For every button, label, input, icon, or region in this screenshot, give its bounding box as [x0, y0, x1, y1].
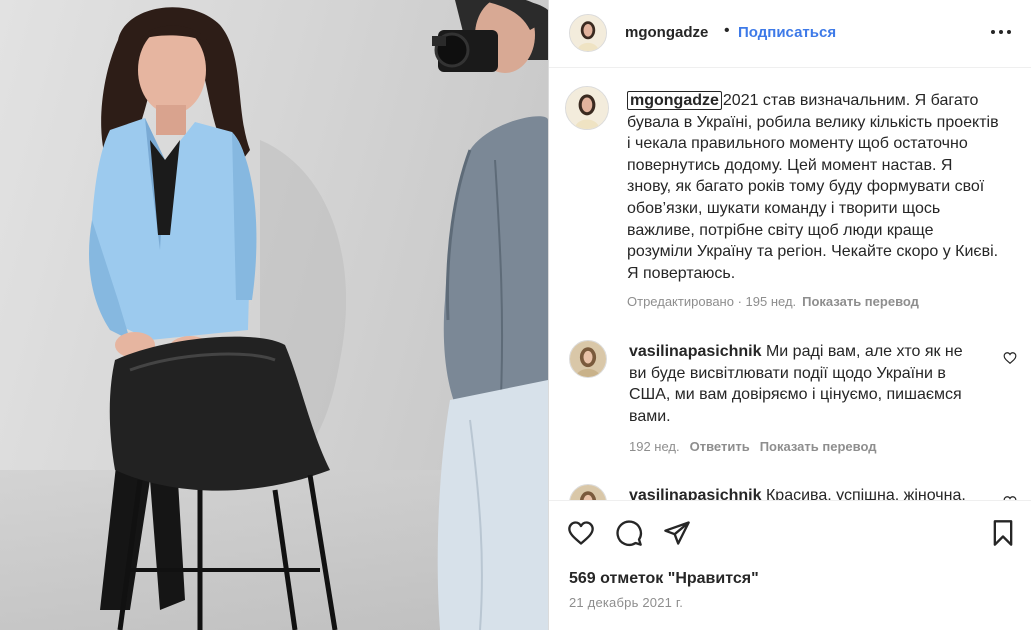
- comment-username[interactable]: vasilinapasichnik: [629, 343, 762, 360]
- comment-time: 192 нед.: [629, 439, 680, 454]
- paper-plane-icon[interactable]: [663, 519, 691, 547]
- commenter-avatar[interactable]: [569, 340, 607, 378]
- comment-text: vasilinapasichnik Красива, успішна, жіно…: [629, 485, 975, 500]
- more-options-icon[interactable]: [989, 22, 1013, 42]
- reply-button[interactable]: Ответить: [690, 439, 750, 454]
- action-bar: 569 отметок "Нравится" 21 декабрь 2021 г…: [549, 500, 1031, 630]
- post-header: mgongadze • Подписаться: [549, 0, 1031, 68]
- comment-text: vasilinapasichnik Ми раді вам, але хто я…: [629, 341, 975, 427]
- bookmark-icon[interactable]: [989, 519, 1017, 547]
- caption-avatar[interactable]: [565, 86, 609, 130]
- likes-count[interactable]: 569 отметок "Нравится": [569, 570, 759, 588]
- caption-meta: Отредактировано · 195 нед. Показать перев…: [627, 294, 919, 309]
- post-image: [0, 0, 548, 630]
- comment-meta: 192 нед. Ответить Показать перевод: [629, 439, 876, 454]
- comment-username[interactable]: vasilinapasichnik: [629, 487, 762, 500]
- post-photo[interactable]: [0, 0, 548, 630]
- comments-list[interactable]: mgongadze 2021 став визначальним. Я багат…: [549, 68, 1031, 500]
- comment-icon[interactable]: [615, 519, 643, 547]
- caption-edited-time: Отредактировано · 195 нед.: [627, 294, 797, 309]
- post-sidebar: mgongadze • Подписаться mgongadze 2021 ст…: [548, 0, 1031, 630]
- follow-button[interactable]: Подписаться: [738, 24, 836, 41]
- author-avatar[interactable]: [569, 14, 607, 52]
- author-username[interactable]: mgongadze: [625, 24, 708, 41]
- comment-translate-link[interactable]: Показать перевод: [760, 439, 877, 454]
- comment-like-icon[interactable]: [1003, 351, 1017, 365]
- post-date: 21 декабрь 2021 г.: [569, 595, 684, 610]
- caption-translate-link[interactable]: Показать перевод: [802, 294, 919, 309]
- caption-username[interactable]: mgongadze: [627, 91, 722, 110]
- comment-body: Красива, успішна, жіночна.: [765, 487, 966, 500]
- caption-text: mgongadze 2021 став визначальним. Я багат…: [627, 90, 999, 284]
- caption-body: 2021 став визначальним. Я багато бувала …: [627, 92, 999, 282]
- heart-icon[interactable]: [567, 519, 595, 547]
- separator-dot: •: [724, 22, 730, 39]
- commenter-avatar[interactable]: [569, 484, 607, 500]
